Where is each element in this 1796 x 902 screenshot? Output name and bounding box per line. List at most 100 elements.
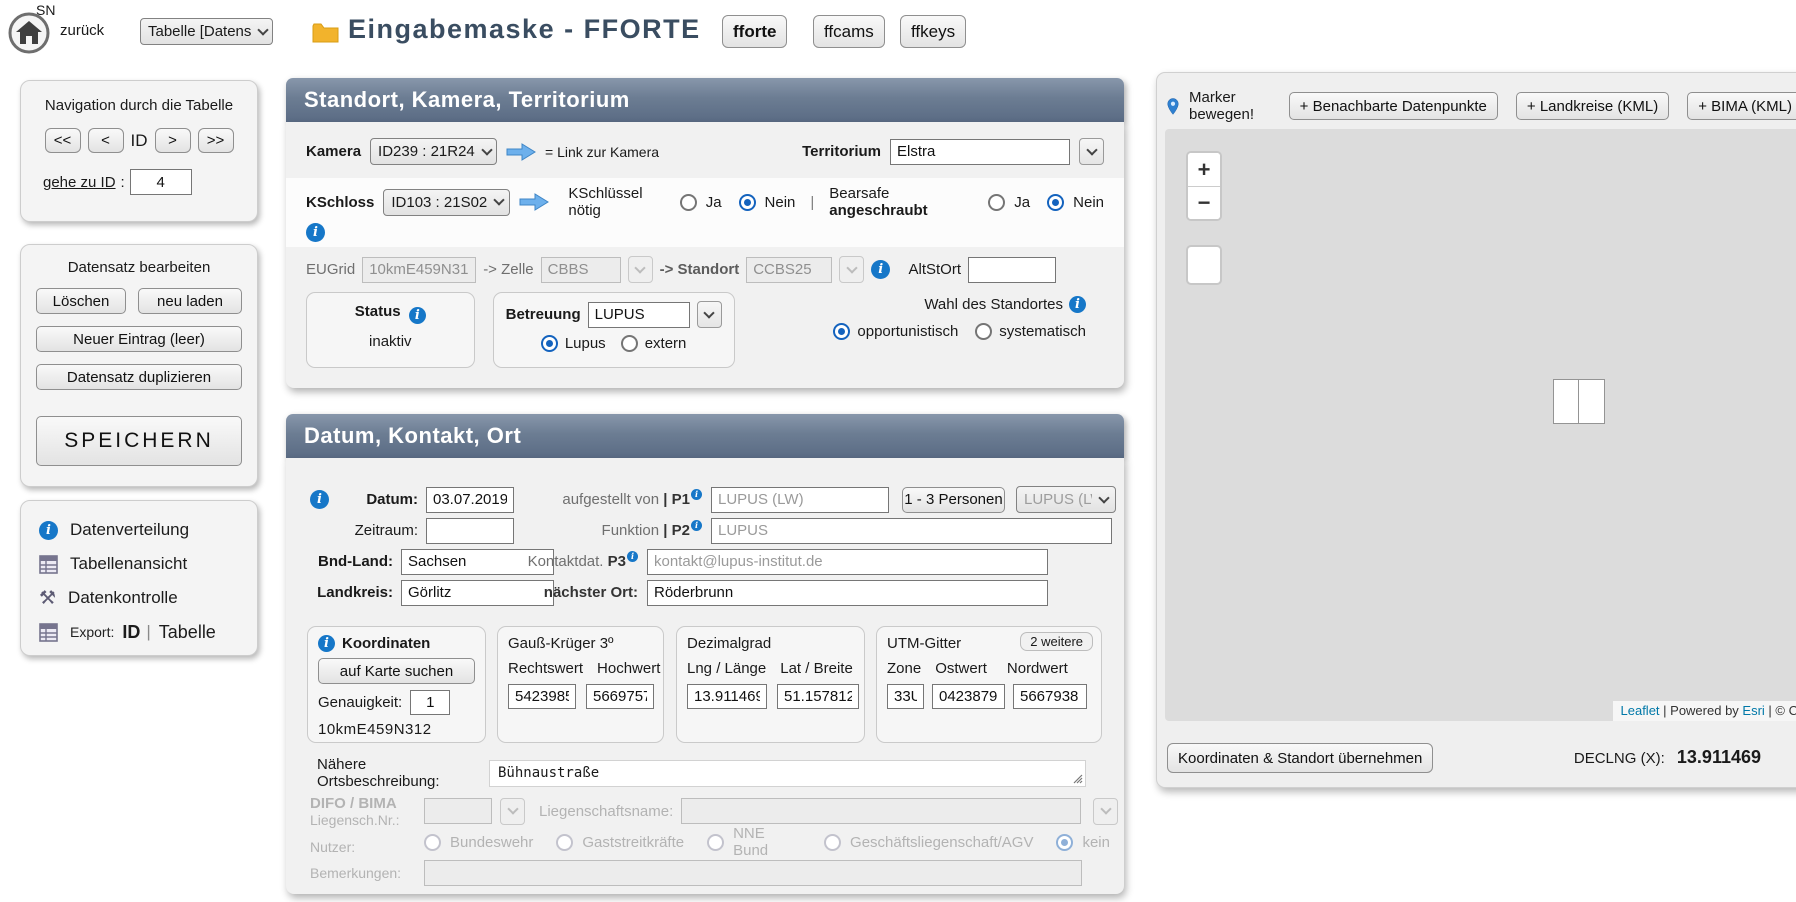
territorium-select-button[interactable] [1079, 138, 1104, 165]
bearsafe-nein-radio[interactable] [1047, 194, 1064, 211]
rechtswert-input[interactable] [508, 684, 576, 709]
back-link[interactable]: zurück [60, 22, 104, 39]
datum-info-icon[interactable]: i [310, 490, 329, 509]
last-record-button[interactable]: >> [198, 128, 234, 153]
declng-value: 13.911469 [1677, 747, 1761, 767]
link-export[interactable]: Export: ID | Tabelle [39, 615, 257, 649]
nordwert-input[interactable] [1013, 684, 1087, 709]
betreuung-extern-radio[interactable] [621, 335, 638, 352]
app-tab-ffcams[interactable]: ffcams [813, 15, 885, 48]
leaflet-link[interactable]: Leaflet [1621, 703, 1660, 718]
chevron-down-icon [703, 307, 714, 318]
link-tabellenansicht[interactable]: Tabellenansicht [39, 547, 257, 581]
genauigkeit-input[interactable] [410, 690, 450, 715]
info-icon: i [39, 521, 58, 540]
more-coordinates-tab[interactable]: 2 weitere [1020, 632, 1093, 651]
wahl-systematisch-radio[interactable] [975, 323, 992, 340]
status-info-icon[interactable]: i [409, 307, 426, 324]
zone-input[interactable] [887, 684, 924, 709]
goto-id-input[interactable] [130, 169, 192, 195]
link-arrow-icon[interactable] [519, 193, 549, 211]
zoom-out-button[interactable]: − [1188, 186, 1220, 219]
ostwert-input[interactable] [932, 684, 1005, 709]
goto-id-link[interactable]: gehe zu ID [43, 174, 116, 191]
liegensch-nr-input [424, 798, 492, 824]
first-record-button[interactable]: << [45, 128, 81, 153]
tools-icon: ⚒ [39, 589, 56, 608]
altstort-input[interactable] [968, 257, 1056, 283]
datum-panel: Datum, Kontakt, Ort i Datum: aufgestellt… [286, 414, 1124, 894]
resize-grip-icon[interactable] [1071, 772, 1083, 784]
previous-record-button[interactable]: < [88, 128, 124, 153]
eugrid-info-icon[interactable]: i [871, 260, 890, 279]
duplicate-record-button[interactable]: Datensatz duplizieren [36, 364, 242, 390]
koordinaten-info-icon[interactable]: i [318, 635, 335, 652]
reload-button[interactable]: neu laden [138, 288, 242, 314]
kschloss-select[interactable]: ID103 : 21S02 [383, 189, 510, 216]
eugrid-input [362, 257, 476, 283]
benachbarte-datenpunkte-button[interactable]: + Benachbarte Datenpunkte [1289, 92, 1498, 120]
betreuung-select-button[interactable] [697, 301, 722, 328]
kschluessel-nein-radio[interactable] [739, 194, 756, 211]
map-attribution: Leaflet | Powered by Esri | © C [1613, 701, 1796, 721]
app-tab-fforte[interactable]: fforte [722, 15, 787, 48]
dezimalgrad-title: Dezimalgrad [687, 635, 854, 652]
map-canvas[interactable]: + − Leaflet | Powered by Esri | © C [1165, 129, 1796, 721]
status-box: Status i inaktiv [306, 292, 475, 368]
kschloss-info-icon[interactable]: i [306, 223, 325, 242]
export-id-link[interactable]: ID [122, 622, 140, 643]
zoom-in-button[interactable]: + [1188, 153, 1220, 186]
bearsafe-ja-radio[interactable] [988, 194, 1005, 211]
kschloss-band: KSchloss ID103 : 21S02 KSchlüssel nötig … [286, 178, 1124, 247]
delete-button[interactable]: Löschen [36, 288, 126, 314]
record-edit-box: Datensatz bearbeiten Löschen neu laden N… [20, 244, 258, 487]
p1-select[interactable]: LUPUS (LW [1016, 486, 1116, 513]
lat-input[interactable] [777, 684, 859, 709]
p2-info-icon[interactable]: i [691, 520, 702, 531]
p3-input[interactable] [647, 549, 1048, 575]
betreuung-box: Betreuung Lupus extern [493, 292, 735, 368]
ortsbeschreibung-textarea[interactable]: Bühnaustraße [489, 760, 1086, 787]
landkreise-kml-button[interactable]: + Landkreise (KML) [1516, 92, 1669, 120]
kschluessel-ja-radio[interactable] [680, 194, 697, 211]
personen-button[interactable]: 1 - 3 Personen [902, 487, 1005, 513]
save-button[interactable]: SPEICHERN [36, 416, 242, 466]
map-panel: Marker bewegen! + Benachbarte Datenpunkt… [1156, 72, 1796, 788]
app-tab-ffkeys[interactable]: ffkeys [900, 15, 966, 48]
eugrid-label: EUGrid [306, 261, 355, 278]
ort-input[interactable] [647, 580, 1048, 606]
p1-input[interactable] [711, 487, 889, 513]
new-entry-button[interactable]: Neuer Eintrag (leer) [36, 326, 242, 352]
lng-input[interactable] [687, 684, 767, 709]
home-button[interactable] [8, 12, 50, 54]
link-datenverteilung[interactable]: i Datenverteilung [39, 513, 257, 547]
bima-kml-button[interactable]: + BIMA (KML) [1687, 92, 1796, 120]
wahl-info-icon[interactable]: i [1069, 296, 1086, 313]
marker-placeholder[interactable] [1553, 379, 1605, 424]
hochwert-input[interactable] [586, 684, 654, 709]
table-select[interactable]: Tabelle [Datens [140, 18, 273, 45]
next-record-button[interactable]: > [155, 128, 191, 153]
esri-link[interactable]: Esri [1742, 703, 1764, 718]
page-title: Eingabemaske - FFORTE [348, 14, 701, 45]
p2-input[interactable] [711, 518, 1112, 544]
wahl-opportunistisch-radio[interactable] [833, 323, 850, 340]
zeitraum-input[interactable] [426, 518, 514, 544]
map-extra-control[interactable] [1186, 245, 1222, 285]
p3-info-icon[interactable]: i [627, 551, 638, 562]
betreuung-input[interactable] [588, 302, 690, 328]
karte-suchen-button[interactable]: auf Karte suchen [318, 658, 475, 684]
link-arrow-icon[interactable] [506, 143, 536, 161]
betreuung-lupus-radio[interactable] [541, 335, 558, 352]
link-datenkontrolle[interactable]: ⚒ Datenkontrolle [39, 581, 257, 615]
koordinaten-uebernehmen-button[interactable]: Koordinaten & Standort übernehmen [1167, 743, 1433, 773]
export-table-link[interactable]: Tabelle [159, 622, 216, 643]
kamera-select[interactable]: ID239 : 21R24 [370, 138, 497, 165]
standort-input [746, 257, 832, 283]
map-zoom-control: + − [1186, 151, 1222, 221]
liegenschaftsname-input [681, 798, 1081, 824]
territorium-input[interactable] [890, 139, 1070, 165]
datum-input[interactable] [426, 487, 514, 513]
landkreis-label: Landkreis: [317, 584, 393, 601]
p1-info-icon[interactable]: i [691, 489, 702, 500]
